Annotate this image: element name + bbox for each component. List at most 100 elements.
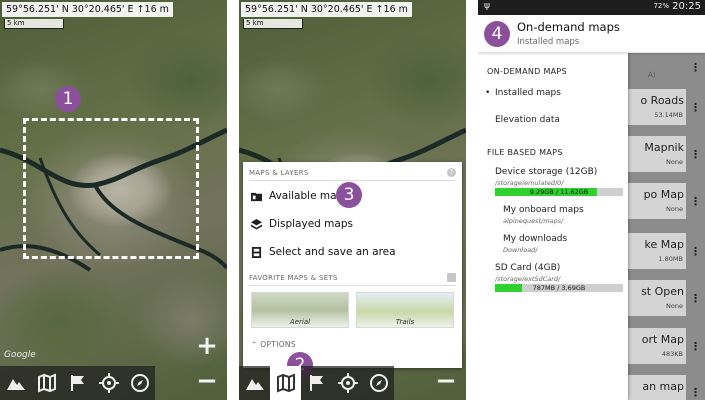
selection-area[interactable] xyxy=(23,118,199,259)
landmarks-tool[interactable] xyxy=(301,366,332,400)
clock-text: 20:25 xyxy=(672,1,701,12)
maps-tool[interactable] xyxy=(31,366,62,400)
page-title: On-demand maps xyxy=(517,20,620,34)
favorite-card-aerial[interactable]: Aerial xyxy=(251,292,349,328)
scale-bar: 5 km xyxy=(243,19,303,29)
bookmark-icon[interactable] xyxy=(447,273,456,282)
device-storage-usage-bar: 9.29GB / 11.62GB xyxy=(495,188,623,196)
list-item-size: None xyxy=(666,158,683,166)
bottom-toolbar xyxy=(239,366,394,400)
list-item-title: ke Map xyxy=(644,238,684,251)
maps-layers-header-label: MAPS & LAYERS xyxy=(249,169,309,177)
downloads-path: Download/ xyxy=(503,246,538,254)
list-item[interactable]: o Roads 53.14MB xyxy=(628,89,686,125)
onboard-maps-path: alpinequest/maps/ xyxy=(503,217,564,225)
navigation-drawer: ON-DEMAND MAPS • Installed maps Elevatio… xyxy=(478,53,628,400)
overflow-menu-icon[interactable]: ⋮ xyxy=(690,102,701,113)
favorite-card-trails[interactable]: Trails xyxy=(356,292,454,328)
scale-label: 5 km xyxy=(246,19,264,27)
overflow-menu-icon[interactable]: ⋮ xyxy=(690,387,701,398)
mountain-icon xyxy=(6,379,25,390)
zoom-out-button[interactable]: − xyxy=(196,368,218,394)
list-item-size: None xyxy=(666,302,683,310)
options-label: OPTIONS xyxy=(260,340,296,349)
expand-icon: ⌃ xyxy=(251,340,258,349)
overflow-menu-icon[interactable]: ⋮ xyxy=(690,293,701,304)
menu-item-displayed-maps[interactable]: Displayed maps xyxy=(251,214,353,234)
terrain-tool[interactable] xyxy=(0,366,31,400)
flag-icon xyxy=(309,375,323,391)
menu-item-label: Displayed maps xyxy=(269,218,353,230)
terrain-tool[interactable] xyxy=(239,366,270,400)
zoom-out-button[interactable]: − xyxy=(435,368,457,394)
step-badge-1: 1 xyxy=(55,86,81,112)
list-item-title: o Roads xyxy=(640,94,684,107)
background-map-list: A) ⋮ o Roads 53.14MB ⋮ Mapnik None ⋮ po … xyxy=(628,53,705,400)
compass-icon xyxy=(369,374,388,392)
list-item[interactable]: st Open None xyxy=(628,280,686,316)
status-bar: ψ 72% 20:25 xyxy=(478,0,705,15)
device-storage-path: /storage/emulated/0/ xyxy=(495,179,564,187)
drawer-item-sd-card[interactable]: SD Card (4GB) xyxy=(495,263,560,273)
compass-tool[interactable] xyxy=(124,366,155,400)
page-subtitle: Installed maps xyxy=(517,37,580,47)
drawer-item-downloads[interactable]: My downloads xyxy=(503,234,567,244)
options-toggle[interactable]: ⌃ OPTIONS xyxy=(251,340,296,349)
map-screen-1: 59°56.251' N 30°20.465' E ↑16 m 5 km 1 G… xyxy=(0,0,227,400)
device-storage-usage: 9.29GB / 11.62GB xyxy=(529,188,589,196)
coordinates-text: 59°56.251' N 30°20.465' E xyxy=(6,4,134,15)
list-item-title: ort Map xyxy=(641,333,684,346)
overflow-menu-icon[interactable]: ⋮ xyxy=(690,196,701,207)
overflow-menu-icon[interactable]: ⋮ xyxy=(690,149,701,160)
list-item[interactable]: Mapnik None xyxy=(628,136,686,172)
compass-icon xyxy=(130,374,149,392)
zoom-in-button[interactable]: + xyxy=(196,333,218,359)
favorite-label: Aerial xyxy=(289,318,311,326)
battery-text: 72% xyxy=(653,2,669,10)
on-demand-header: ON-DEMAND MAPS xyxy=(487,67,567,76)
list-item[interactable]: ke Map 1.80MB xyxy=(628,233,686,269)
crosshair-icon xyxy=(98,373,119,393)
folder-icon xyxy=(251,192,262,201)
list-item-title: an map xyxy=(642,380,684,393)
usb-icon: ψ xyxy=(484,1,490,11)
menu-item-select-save-area[interactable]: Select and save an area xyxy=(251,242,396,262)
help-icon[interactable]: ? xyxy=(447,168,456,177)
drawer-item-onboard-maps[interactable]: My onboard maps xyxy=(503,205,584,215)
sd-card-usage-bar: 787MB / 3.69GB xyxy=(495,284,623,292)
landmarks-tool[interactable] xyxy=(62,366,93,400)
list-item[interactable]: po Map None xyxy=(628,183,686,219)
altitude-text: ↑16 m xyxy=(375,4,408,15)
scale-bar: 5 km xyxy=(4,19,64,29)
save-area-icon xyxy=(251,246,262,258)
selected-bullet-icon: • xyxy=(485,88,491,98)
overflow-menu-icon[interactable]: ⋮ xyxy=(690,341,701,352)
altitude-text: ↑16 m xyxy=(136,4,169,15)
location-tool[interactable] xyxy=(332,366,363,400)
crosshair-icon xyxy=(337,373,358,393)
sd-card-path: /storage/extSdCard/ xyxy=(495,275,561,283)
app-bar: 4 On-demand maps Installed maps xyxy=(478,15,705,53)
flag-icon xyxy=(70,375,84,391)
drawer-item-installed-maps[interactable]: Installed maps xyxy=(495,88,561,98)
compass-tool[interactable] xyxy=(363,366,394,400)
drawer-item-elevation-data[interactable]: Elevation data xyxy=(495,115,560,125)
layers-icon xyxy=(251,218,262,230)
location-tool[interactable] xyxy=(93,366,124,400)
coordinates-text: 59°56.251' N 30°20.465' E xyxy=(245,4,373,15)
menu-item-available-maps[interactable]: Available maps xyxy=(251,186,349,206)
google-attribution: Google xyxy=(4,350,36,360)
coordinates-readout: 59°56.251' N 30°20.465' E ↑16 m xyxy=(2,2,173,17)
mountain-icon xyxy=(245,379,264,390)
overflow-menu-icon[interactable]: ⋮ xyxy=(690,246,701,257)
maps-tool[interactable] xyxy=(270,366,301,400)
overflow-menu-icon[interactable]: ⋮ xyxy=(690,62,701,73)
list-item-title: st Open xyxy=(641,285,684,298)
drawer-item-device-storage[interactable]: Device storage (12GB) xyxy=(495,167,597,177)
list-item[interactable]: ort Map 483KB xyxy=(628,328,686,364)
list-item-title: Mapnik xyxy=(644,141,684,154)
list-item[interactable]: an map xyxy=(628,375,686,400)
menu-item-label: Select and save an area xyxy=(269,246,396,258)
coordinates-readout: 59°56.251' N 30°20.465' E ↑16 m xyxy=(241,2,412,17)
list-item-title: po Map xyxy=(643,188,684,201)
